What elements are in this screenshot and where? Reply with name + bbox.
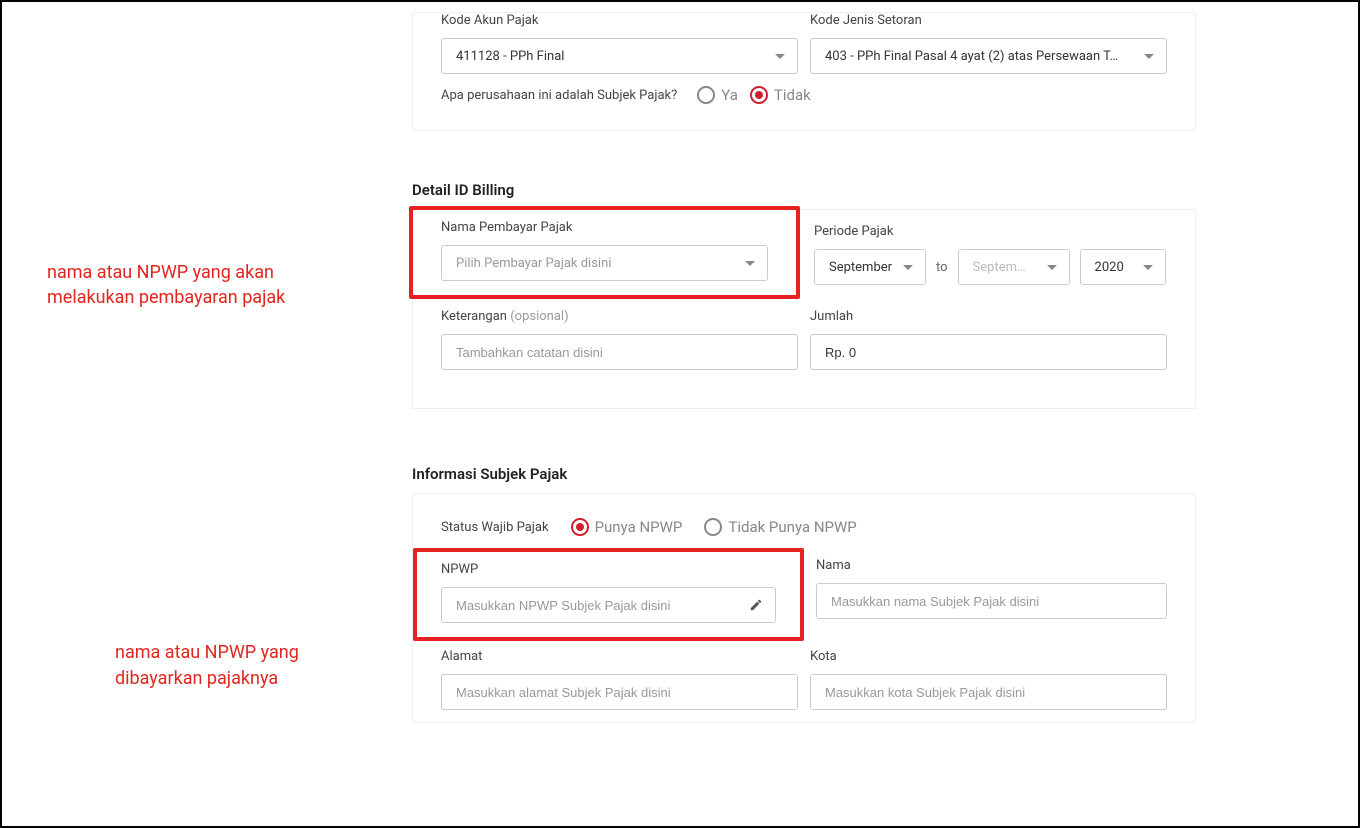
label-keterangan: Keterangan (opsional)	[441, 309, 798, 324]
radio-label-ya: Ya	[721, 86, 738, 104]
radio-icon	[571, 518, 589, 536]
chevron-down-icon	[745, 261, 755, 266]
chevron-down-icon	[1144, 54, 1154, 59]
radio-punya-npwp[interactable]: Punya NPWP	[571, 518, 683, 536]
periode-to-word: to	[936, 260, 948, 275]
label-periode: Periode Pajak	[814, 224, 1171, 239]
radio-icon	[697, 86, 715, 104]
card-informasi: Status Wajib Pajak Punya NPWP Tidak Puny…	[412, 493, 1196, 723]
radio-icon	[704, 518, 722, 536]
chevron-down-icon	[775, 54, 785, 59]
input-keterangan[interactable]	[441, 334, 798, 370]
radio-subjek-tidak[interactable]: Tidak	[750, 86, 811, 104]
select-periode-to[interactable]: Septem…	[958, 249, 1070, 285]
highlight-nama-pembayar: Nama Pembayar Pajak Pilih Pembayar Pajak…	[409, 206, 800, 299]
select-kode-jenis[interactable]: 403 - PPh Final Pasal 4 ayat (2) atas Pe…	[810, 38, 1167, 74]
input-jumlah[interactable]	[810, 334, 1167, 370]
input-npwp[interactable]	[441, 587, 776, 623]
radio-subjek-ya[interactable]: Ya	[697, 86, 738, 104]
annotation-pembayar: nama atau NPWP yang akan melakukan pemba…	[47, 260, 382, 310]
input-alamat-text[interactable]	[456, 685, 785, 700]
select-periode-to-value: Septem…	[973, 260, 1039, 275]
label-kode-jenis: Kode Jenis Setoran	[810, 13, 1167, 28]
select-periode-year-value: 2020	[1095, 260, 1135, 275]
section-title-informasi: Informasi Subjek Pajak	[412, 453, 1196, 493]
card-topsection: Kode Akun Pajak 411128 - PPh Final Kode …	[412, 12, 1196, 131]
radio-icon	[750, 86, 768, 104]
radio-label-tidak-punya: Tidak Punya NPWP	[728, 518, 856, 536]
select-periode-from-value: September	[829, 260, 895, 275]
label-nama-pembayar: Nama Pembayar Pajak	[441, 220, 768, 235]
label-nama-subjek: Nama	[816, 558, 1167, 573]
input-nama-subjek[interactable]	[816, 583, 1167, 619]
select-kode-akun[interactable]: 411128 - PPh Final	[441, 38, 798, 74]
pencil-icon[interactable]	[749, 598, 763, 612]
label-npwp: NPWP	[441, 562, 776, 577]
card-billing: Nama Pembayar Pajak Pilih Pembayar Pajak…	[412, 209, 1196, 409]
select-nama-pembayar[interactable]: Pilih Pembayar Pajak disini	[441, 245, 768, 281]
label-kota: Kota	[810, 649, 1167, 664]
label-alamat: Alamat	[441, 649, 798, 664]
input-keterangan-text[interactable]	[456, 345, 785, 360]
annotation-subjek: nama atau NPWP yang dibayarkan pajaknya	[115, 640, 382, 690]
chevron-down-icon	[903, 265, 913, 270]
highlight-npwp: NPWP	[413, 548, 804, 641]
label-subjek-question: Apa perusahaan ini adalah Subjek Pajak?	[441, 88, 677, 103]
input-kota-text[interactable]	[825, 685, 1154, 700]
label-status-wp: Status Wajib Pajak	[441, 520, 549, 535]
radio-label-punya: Punya NPWP	[595, 518, 683, 536]
radio-tidak-punya-npwp[interactable]: Tidak Punya NPWP	[704, 518, 856, 536]
input-nama-subjek-text[interactable]	[831, 594, 1154, 609]
input-alamat[interactable]	[441, 674, 798, 710]
input-kota[interactable]	[810, 674, 1167, 710]
input-jumlah-text[interactable]	[825, 345, 1154, 360]
section-title-billing: Detail ID Billing	[412, 169, 1196, 209]
select-kode-akun-value: 411128 - PPh Final	[456, 49, 767, 64]
input-npwp-text[interactable]	[456, 598, 741, 613]
chevron-down-icon	[1143, 265, 1153, 270]
select-nama-pembayar-placeholder: Pilih Pembayar Pajak disini	[456, 256, 737, 271]
select-kode-jenis-value: 403 - PPh Final Pasal 4 ayat (2) atas Pe…	[825, 49, 1136, 64]
label-kode-akun: Kode Akun Pajak	[441, 13, 798, 28]
select-periode-from[interactable]: September	[814, 249, 926, 285]
chevron-down-icon	[1047, 265, 1057, 270]
radio-label-tidak: Tidak	[774, 86, 811, 104]
select-periode-year[interactable]: 2020	[1080, 249, 1166, 285]
label-jumlah: Jumlah	[810, 309, 1167, 324]
